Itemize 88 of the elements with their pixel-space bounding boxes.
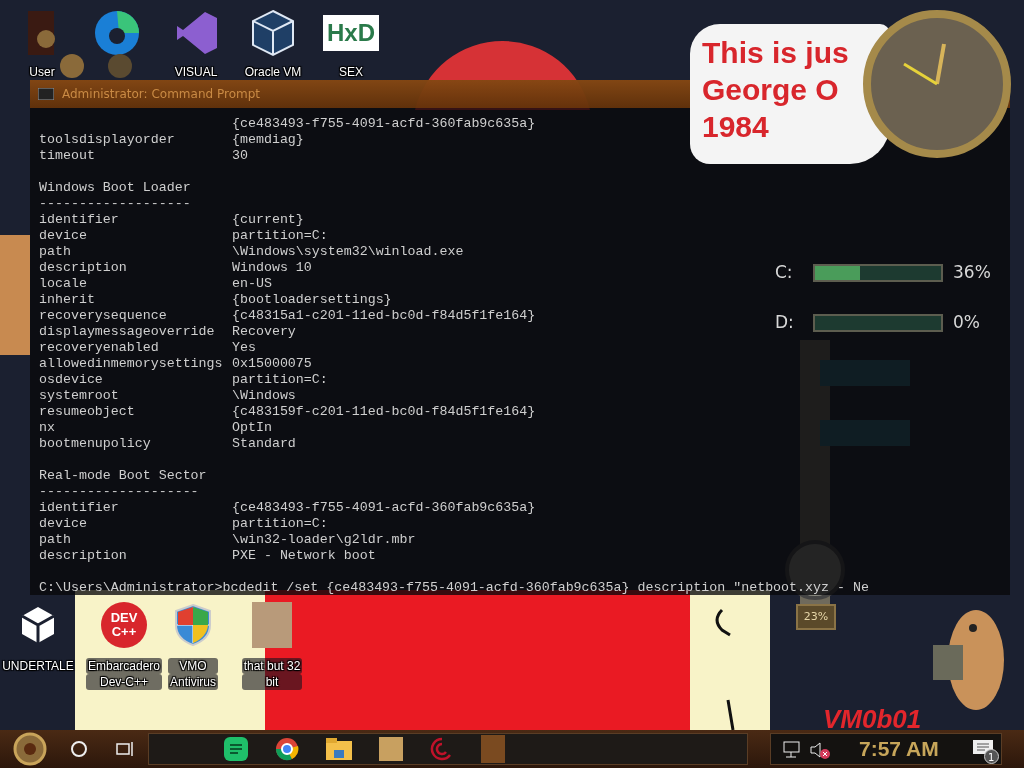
setting-value: Windows 10 <box>232 260 312 276</box>
drive-usage-text: 0% <box>953 311 980 334</box>
setting-name: device <box>39 228 88 244</box>
setting-name: bootmenupolicy <box>39 436 152 452</box>
notification-count: 1 <box>983 749 999 764</box>
setting-value: {memdiag} <box>232 132 304 148</box>
setting-name: description <box>39 260 128 276</box>
setting-value: {c48315a1-c201-11ed-bc0d-f84d5f1fe164} <box>232 308 536 324</box>
dash-line: -------------------- <box>39 484 199 500</box>
setting-name: inherit <box>39 292 96 308</box>
logo-text: HxD <box>323 15 379 51</box>
console-icon <box>38 88 54 100</box>
notes-app-icon[interactable] <box>224 737 248 761</box>
setting-name: timeout <box>39 148 96 164</box>
setting-value: {ce483493-f755-4091-acfd-360fab9c635a} <box>232 500 536 516</box>
drive-label: D: <box>775 311 795 334</box>
setting-value: Yes <box>232 340 256 356</box>
icon-label[interactable]: VISUAL <box>174 64 218 80</box>
shield-icon <box>174 603 212 647</box>
section-heading: Windows Boot Loader <box>39 180 191 196</box>
icon-label[interactable]: Antivirus <box>168 674 218 690</box>
command-line: C:\Users\Administrator>bcdedit /set {ce483493-f755-4091-acfd-360fab9c635a} description "netboot.xyz - Ne <box>39 580 869 596</box>
setting-value: Recovery <box>232 324 296 340</box>
setting-name: path <box>39 244 72 260</box>
setting-value: \Windows\system32\winload.exe <box>232 244 464 260</box>
setting-value: {c483159f-c201-11ed-bc0d-f84d5f1fe164} <box>232 404 536 420</box>
clock-text[interactable]: 7:57 AM <box>859 733 939 765</box>
poster-text: George O <box>702 72 840 108</box>
setting-value: PXE - Network boot <box>232 548 376 564</box>
setting-value: \win32-loader\g2ldr.mbr <box>232 532 416 548</box>
setting-name: allowedinmemorysettings <box>39 356 224 372</box>
poster-text: 1984 <box>702 109 770 145</box>
photo-placeholder <box>252 602 292 648</box>
setting-name: osdevice <box>39 372 104 388</box>
icon-label[interactable]: UNDERTALE <box>2 658 74 674</box>
icon-label[interactable]: that but 32 <box>241 658 303 674</box>
setting-name: device <box>39 516 88 532</box>
icon-label[interactable]: Dev-C++ <box>85 674 162 690</box>
logo-text: DEV <box>110 611 138 625</box>
icon-label[interactable]: SEX <box>339 64 363 80</box>
setting-value: 0x15000075 <box>232 356 312 372</box>
setting-name: nx <box>39 420 56 436</box>
icon-label[interactable]: User <box>29 64 55 80</box>
setting-value: \Windows <box>232 388 296 404</box>
setting-name: description <box>39 548 128 564</box>
setting-value: 30 <box>232 148 248 164</box>
section-heading: Real-mode Boot Sector <box>39 468 207 484</box>
icon-label[interactable]: Oracle VM <box>244 64 302 80</box>
icon-label[interactable]: Embarcadero <box>85 658 162 674</box>
setting-name: toolsdisplayorder <box>39 132 176 148</box>
swirl-icon[interactable] <box>94 10 140 56</box>
drive-label: C: <box>775 261 794 284</box>
setting-value: {bootloadersettings} <box>232 292 392 308</box>
dash-line: ------------------- <box>39 196 191 212</box>
browser-icon[interactable] <box>275 737 299 761</box>
logo-text: C++ <box>111 625 137 639</box>
drive-usage-text: 36% <box>953 261 991 284</box>
setting-name: displaymessageoverride <box>39 324 216 340</box>
cube-icon <box>250 9 296 57</box>
swirl-app-icon[interactable] <box>430 737 454 761</box>
task-view-button[interactable] <box>116 741 134 757</box>
muted-speaker-icon[interactable] <box>809 740 831 759</box>
search-button[interactable] <box>70 740 88 758</box>
app-thumbnail-icon[interactable] <box>481 735 505 763</box>
setting-value: {ce483493-f755-4091-acfd-360fab9c635a} <box>232 116 536 132</box>
icon-label[interactable]: bit <box>241 674 303 690</box>
setting-value: OptIn <box>232 420 272 436</box>
setting-value: Standard <box>232 436 296 452</box>
setting-name: locale <box>39 276 88 292</box>
gauge-reading: 23% <box>796 604 836 630</box>
setting-value: partition=C: <box>232 228 328 244</box>
poster-text: This is jus <box>702 35 850 71</box>
setting-value: en-US <box>232 276 272 292</box>
setting-name: resumeobject <box>39 404 136 420</box>
window-title: Administrator: Command Prompt <box>62 86 260 103</box>
folder-icon[interactable] <box>326 738 352 760</box>
setting-name: identifier <box>39 212 120 228</box>
setting-value: partition=C: <box>232 516 328 532</box>
setting-value: partition=C: <box>232 372 328 388</box>
icon-label[interactable]: VMO <box>168 658 218 674</box>
setting-name: identifier <box>39 500 120 516</box>
setting-name: path <box>39 532 72 548</box>
setting-name: recoverysequence <box>39 308 168 324</box>
setting-value: {current} <box>232 212 304 228</box>
signature-text: VM0b01 <box>823 703 922 736</box>
setting-name: recoveryenabled <box>39 340 160 356</box>
setting-name: systemroot <box>39 388 120 404</box>
cube-logo-icon <box>20 605 56 645</box>
